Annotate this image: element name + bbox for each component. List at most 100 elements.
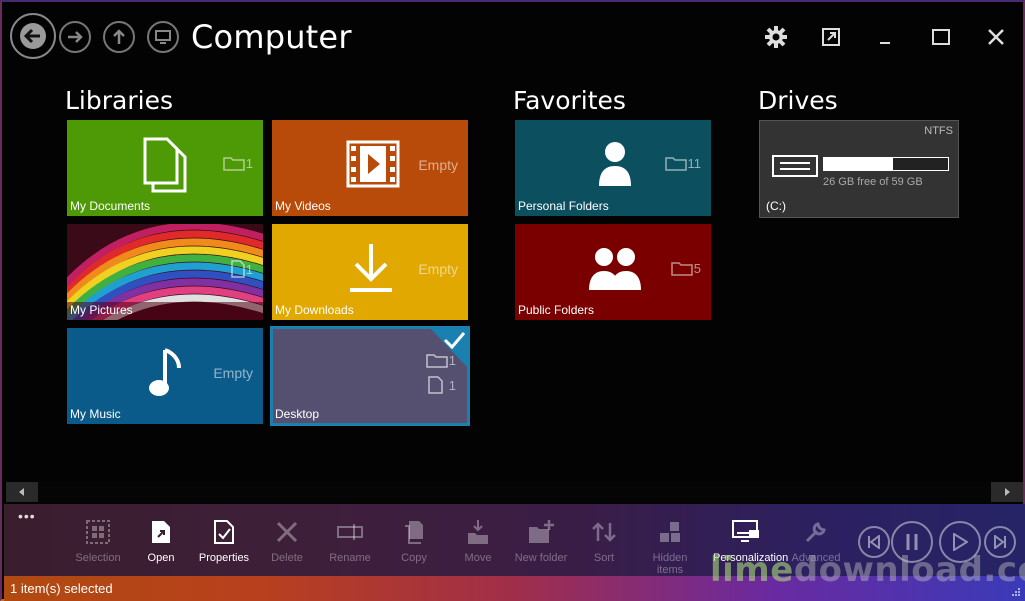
drive-usage-fill	[824, 158, 894, 170]
new-folder-button[interactable]: New folder	[509, 518, 573, 564]
empty-status: Empty	[213, 365, 253, 381]
file-count: 1	[448, 377, 456, 393]
open-button[interactable]: Open	[129, 518, 193, 564]
watermark: limedownload.com	[710, 550, 1025, 590]
minimize-button[interactable]	[871, 22, 901, 52]
tile-my-documents[interactable]: 1 My Documents	[67, 120, 263, 216]
hidden-items-icon	[660, 522, 680, 542]
maximize-icon	[932, 29, 950, 45]
sort-button[interactable]: Sort	[572, 518, 636, 564]
move-button[interactable]: Move	[446, 518, 510, 564]
tile-personal-folders[interactable]: 11 Personal Folders	[515, 120, 711, 216]
pause-icon	[906, 534, 918, 550]
maximize-button[interactable]	[926, 22, 956, 52]
wrench-icon	[805, 522, 826, 543]
copy-button[interactable]: Copy	[382, 518, 446, 564]
arrow-left-icon	[20, 23, 46, 49]
restore-popout-button[interactable]	[816, 22, 846, 52]
libraries-heading: Libraries	[65, 86, 173, 115]
tile-label: My Documents	[70, 199, 151, 213]
item-count: 5	[693, 260, 701, 276]
file-icon	[231, 260, 245, 278]
properties-check-icon	[214, 520, 234, 544]
item-count: 1	[245, 261, 253, 277]
forward-button[interactable]	[59, 21, 91, 53]
tile-public-folders[interactable]: 5 Public Folders	[515, 224, 711, 320]
folder-icon	[664, 157, 687, 171]
tile-label: Public Folders	[518, 303, 595, 317]
empty-status: Empty	[418, 261, 458, 277]
gear-icon	[765, 26, 787, 48]
file-icon	[428, 376, 443, 394]
music-note-icon	[149, 348, 181, 396]
triangle-right-icon	[1005, 488, 1010, 496]
hidden-items-button[interactable]: Hidden items	[638, 518, 702, 576]
skip-back-icon	[868, 535, 880, 549]
arrow-right-icon	[68, 31, 83, 43]
copy-icon	[405, 521, 423, 544]
tile-label: Personal Folders	[518, 199, 609, 213]
folder-icon	[223, 157, 245, 171]
tile-label: My Music	[70, 407, 121, 421]
tile-my-pictures[interactable]: 1 My Pictures	[67, 224, 263, 320]
move-icon	[468, 520, 488, 544]
up-button[interactable]	[103, 21, 135, 53]
tile-label: Desktop	[275, 407, 320, 421]
close-button[interactable]	[981, 22, 1011, 52]
tile-my-downloads[interactable]: Empty My Downloads	[272, 224, 468, 320]
app-window: Computer Libraries Favorites Drives 1 My…	[0, 0, 1025, 601]
page-title: Computer	[191, 18, 352, 56]
tile-label: My Videos	[275, 199, 331, 213]
download-icon	[350, 244, 392, 292]
properties-button[interactable]: Properties	[192, 518, 256, 564]
more-button[interactable]: •••	[18, 508, 36, 524]
drive-usage-bar	[823, 157, 949, 171]
skip-forward-icon	[994, 535, 1006, 549]
scroll-left-button[interactable]	[6, 482, 38, 502]
drives-heading: Drives	[758, 86, 838, 115]
empty-status: Empty	[418, 157, 458, 173]
tile-desktop[interactable]: 1 1 Desktop	[270, 326, 470, 426]
tile-label: (C:)	[766, 199, 786, 213]
computer-button[interactable]	[147, 21, 179, 53]
settings-button[interactable]	[761, 22, 791, 52]
tile-label: My Pictures	[70, 303, 133, 317]
tile-label: My Downloads	[275, 303, 354, 317]
monitor-icon	[155, 30, 171, 44]
person-icon	[599, 142, 631, 186]
people-icon	[589, 248, 641, 290]
video-icon	[346, 140, 400, 188]
rename-button[interactable]: Rename	[318, 518, 382, 564]
selection-grid-icon	[86, 520, 110, 544]
favorites-heading: Favorites	[513, 86, 626, 115]
selection-button[interactable]: Selection	[66, 518, 130, 564]
scroll-right-button[interactable]	[991, 482, 1023, 502]
new-folder-icon	[529, 520, 554, 543]
open-file-icon	[152, 521, 170, 543]
documents-icon	[143, 137, 187, 193]
delete-button[interactable]: Delete	[255, 518, 319, 564]
status-text: 1 item(s) selected	[10, 581, 113, 596]
delete-x-icon	[276, 521, 298, 543]
back-button[interactable]	[10, 13, 56, 59]
hard-drive-icon	[772, 155, 818, 177]
play-icon	[953, 533, 968, 551]
close-icon	[988, 29, 1004, 45]
tile-my-music[interactable]: Empty My Music	[67, 328, 263, 424]
tile-drive-c[interactable]: NTFS 26 GB free of 59 GB (C:)	[759, 120, 959, 218]
popout-icon	[822, 28, 840, 46]
rename-icon	[337, 524, 363, 540]
minimize-icon	[880, 42, 890, 44]
tile-my-videos[interactable]: Empty My Videos	[272, 120, 468, 216]
folder-count: 1	[448, 352, 456, 368]
filesystem-label: NTFS	[924, 125, 953, 137]
item-count: 11	[687, 155, 702, 171]
sort-arrows-icon	[592, 522, 616, 542]
drive-free-text: 26 GB free of 59 GB	[823, 176, 923, 188]
horizontal-scrollbar[interactable]	[6, 482, 1023, 502]
arrow-up-icon	[113, 29, 125, 44]
personalization-icon	[732, 520, 759, 542]
folder-icon	[426, 354, 448, 368]
triangle-left-icon	[19, 488, 24, 496]
item-count: 1	[245, 155, 253, 171]
